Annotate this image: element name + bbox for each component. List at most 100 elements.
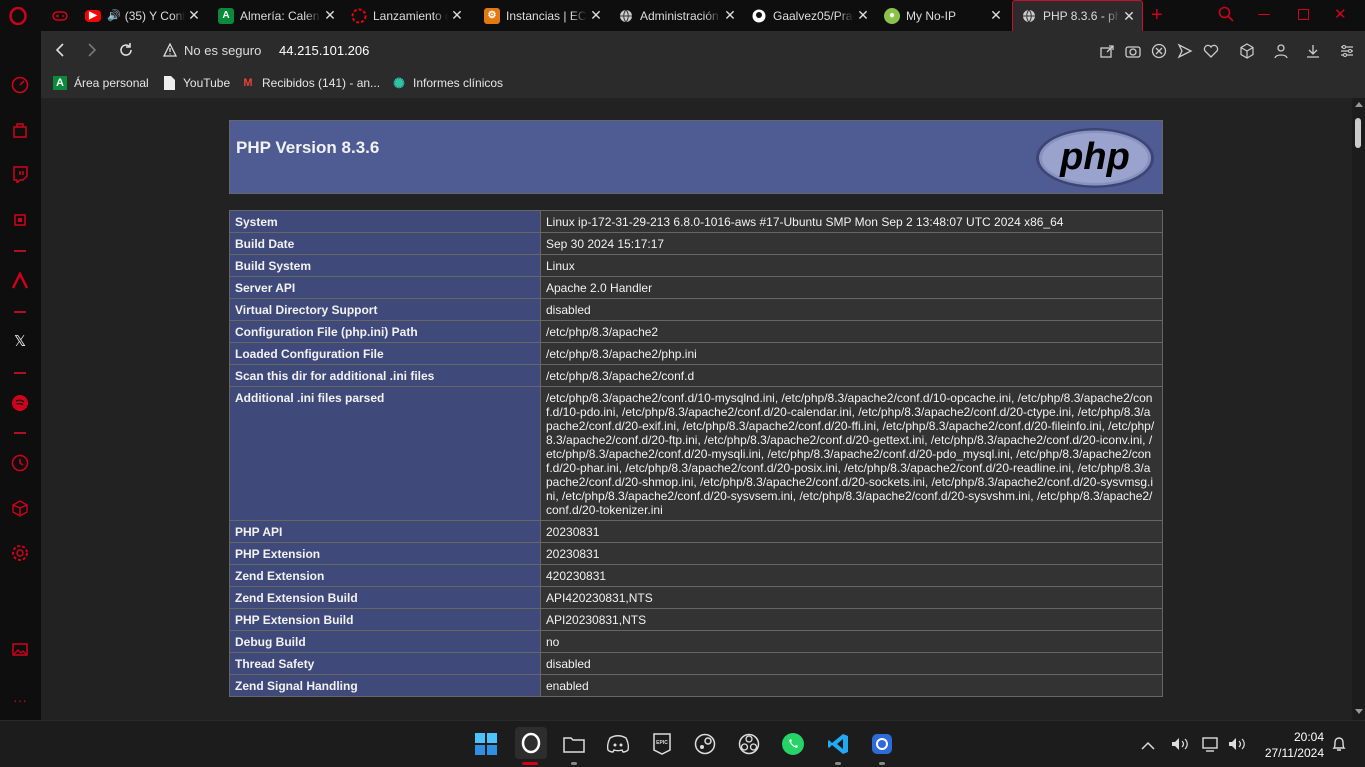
windows-taskbar: EPIC 20:04 27/11/2024 — [0, 720, 1365, 767]
tab-lanzamiento[interactable]: Lanzamiento d ✕ — [343, 0, 470, 31]
opera-taskbar-icon[interactable] — [515, 727, 547, 759]
info-value: Linux — [540, 254, 1163, 277]
spotify-icon[interactable] — [10, 393, 30, 413]
vpn-app-icon[interactable] — [869, 731, 895, 757]
image-gallery-icon[interactable] — [10, 639, 30, 659]
scroll-down-arrow[interactable] — [1355, 709, 1363, 714]
info-value: 20230831 — [540, 542, 1163, 565]
tab-games[interactable] — [44, 0, 76, 31]
tab-php-active[interactable]: PHP 8.3.6 - php ✕ — [1012, 0, 1143, 31]
x-twitter-icon[interactable]: 𝕏 — [10, 331, 30, 351]
tab-noip[interactable]: ● My No-IP ✕ — [876, 0, 1009, 31]
bookmark-area-personal[interactable]: A Área personal — [53, 76, 149, 90]
info-value: enabled — [540, 674, 1163, 697]
show-hidden-icons-icon[interactable] — [1141, 738, 1155, 756]
obs-icon[interactable] — [736, 731, 762, 757]
history-icon[interactable] — [10, 453, 30, 473]
tab-instancias[interactable]: ⚙ Instancias | EC ✕ — [476, 0, 609, 31]
epic-games-icon[interactable]: EPIC — [649, 731, 675, 757]
easy-setup-icon[interactable] — [1339, 43, 1355, 64]
extensions-cube-icon[interactable] — [10, 498, 30, 518]
tab-administracion[interactable]: Administración ✕ — [610, 0, 743, 31]
close-tab-icon[interactable]: ✕ — [185, 7, 203, 24]
extensions-icon[interactable] — [1239, 43, 1255, 64]
security-label[interactable]: No es seguro — [184, 43, 261, 58]
info-value: Sep 30 2024 15:17:17 — [540, 232, 1163, 255]
info-row: Additional .ini files parsed/etc/php/8.3… — [229, 386, 1163, 521]
close-tab-icon[interactable]: ✕ — [721, 7, 739, 24]
scroll-up-arrow[interactable] — [1355, 102, 1363, 107]
info-key: Scan this dir for additional .ini files — [229, 364, 541, 387]
tab-github[interactable]: Gaalvez05/Prac ✕ — [743, 0, 876, 31]
info-value: 20230831 — [540, 520, 1163, 543]
php-logo[interactable]: php — [1035, 127, 1155, 189]
close-tab-icon[interactable]: ✕ — [448, 7, 466, 24]
reload-icon[interactable] — [118, 42, 134, 63]
close-tab-icon[interactable]: ✕ — [854, 7, 872, 24]
tab-almeria[interactable]: A Almería: Calen ✕ — [210, 0, 343, 31]
info-value: /etc/php/8.3/apache2/conf.d/10-mysqlnd.i… — [540, 386, 1163, 521]
search-tabs-icon[interactable] — [1218, 6, 1234, 26]
sidebar-divider — [14, 250, 26, 252]
info-key: Loaded Configuration File — [229, 342, 541, 365]
tab-title: Instancias | EC — [506, 8, 587, 23]
php-info-table: System Linux ip-172-31-29-213 6.8.0-1016-… — [229, 210, 1163, 697]
notification-bell-icon[interactable] — [1332, 736, 1346, 757]
bookmark-informes[interactable]: ✺ Informes clínicos — [392, 75, 503, 91]
close-tab-icon[interactable]: ✕ — [321, 7, 339, 24]
speaker-icon[interactable]: 🔊 — [107, 9, 121, 22]
maximize-icon[interactable] — [1298, 9, 1309, 20]
discord-icon[interactable] — [605, 731, 631, 757]
globe-icon — [1021, 8, 1037, 24]
back-icon[interactable] — [54, 42, 66, 63]
profile-icon[interactable] — [1273, 43, 1289, 64]
display-tray-icon[interactable] — [1202, 736, 1220, 757]
cpu-icon[interactable] — [10, 210, 30, 230]
heart-icon[interactable] — [1203, 43, 1219, 64]
opera-logo-icon[interactable] — [8, 6, 28, 26]
info-value: /etc/php/8.3/apache2 — [540, 320, 1163, 343]
minimize-icon[interactable] — [1258, 14, 1270, 15]
volume-tray-icon[interactable] — [1171, 737, 1189, 756]
bookmark-youtube[interactable]: YouTube — [162, 76, 230, 90]
steam-icon[interactable] — [692, 731, 718, 757]
speed-dial-icon[interactable] — [10, 75, 30, 95]
download-icon[interactable] — [1305, 43, 1321, 64]
redhat-icon — [351, 8, 367, 24]
send-icon[interactable] — [1177, 43, 1193, 64]
tab-youtube[interactable]: ▶ 🔊 (35) Y Cont ✕ — [77, 0, 207, 31]
windows-start-icon[interactable] — [473, 731, 499, 757]
tab-strip: ▶ 🔊 (35) Y Cont ✕ A Almería: Calen ✕ Lan… — [0, 0, 1365, 31]
share-icon[interactable] — [1099, 43, 1115, 64]
aria-icon[interactable] — [10, 271, 30, 291]
speaker-tray-icon[interactable] — [1228, 737, 1246, 756]
vscode-icon[interactable] — [825, 731, 851, 757]
close-window-icon[interactable]: ✕ — [1334, 5, 1347, 23]
bookmark-gmail[interactable]: M Recibidos (141) - an... — [241, 76, 380, 90]
camera-icon[interactable] — [1125, 43, 1141, 64]
forward-icon[interactable] — [86, 42, 98, 63]
info-key: System — [229, 210, 541, 233]
info-row: PHP Extension Build API20230831,NTS — [229, 608, 1163, 631]
close-tab-icon[interactable]: ✕ — [587, 7, 605, 24]
whatsapp-icon[interactable] — [780, 731, 806, 757]
info-key: PHP Extension — [229, 542, 541, 565]
adblock-icon[interactable] — [1151, 43, 1167, 64]
scrollbar-thumb[interactable] — [1355, 118, 1361, 148]
twitch-icon[interactable] — [10, 164, 30, 184]
url-field[interactable]: 44.215.101.206 — [279, 43, 369, 58]
new-tab-icon[interactable]: + — [1151, 4, 1163, 27]
close-tab-icon[interactable]: ✕ — [1120, 8, 1138, 25]
info-key: Debug Build — [229, 630, 541, 653]
info-key: Additional .ini files parsed — [229, 386, 541, 521]
not-secure-warning-icon[interactable] — [162, 42, 178, 62]
file-explorer-icon[interactable] — [561, 731, 587, 757]
settings-gear-icon[interactable] — [10, 543, 30, 563]
page-scrollbar[interactable] — [1352, 98, 1365, 720]
info-row: Debug Build no — [229, 630, 1163, 653]
store-icon[interactable] — [10, 120, 30, 140]
system-clock[interactable]: 20:04 27/11/2024 — [1265, 729, 1324, 761]
close-tab-icon[interactable]: ✕ — [987, 7, 1005, 24]
opera-sidebar: 𝕏 ··· — [0, 31, 41, 720]
more-icon[interactable]: ··· — [10, 690, 30, 710]
